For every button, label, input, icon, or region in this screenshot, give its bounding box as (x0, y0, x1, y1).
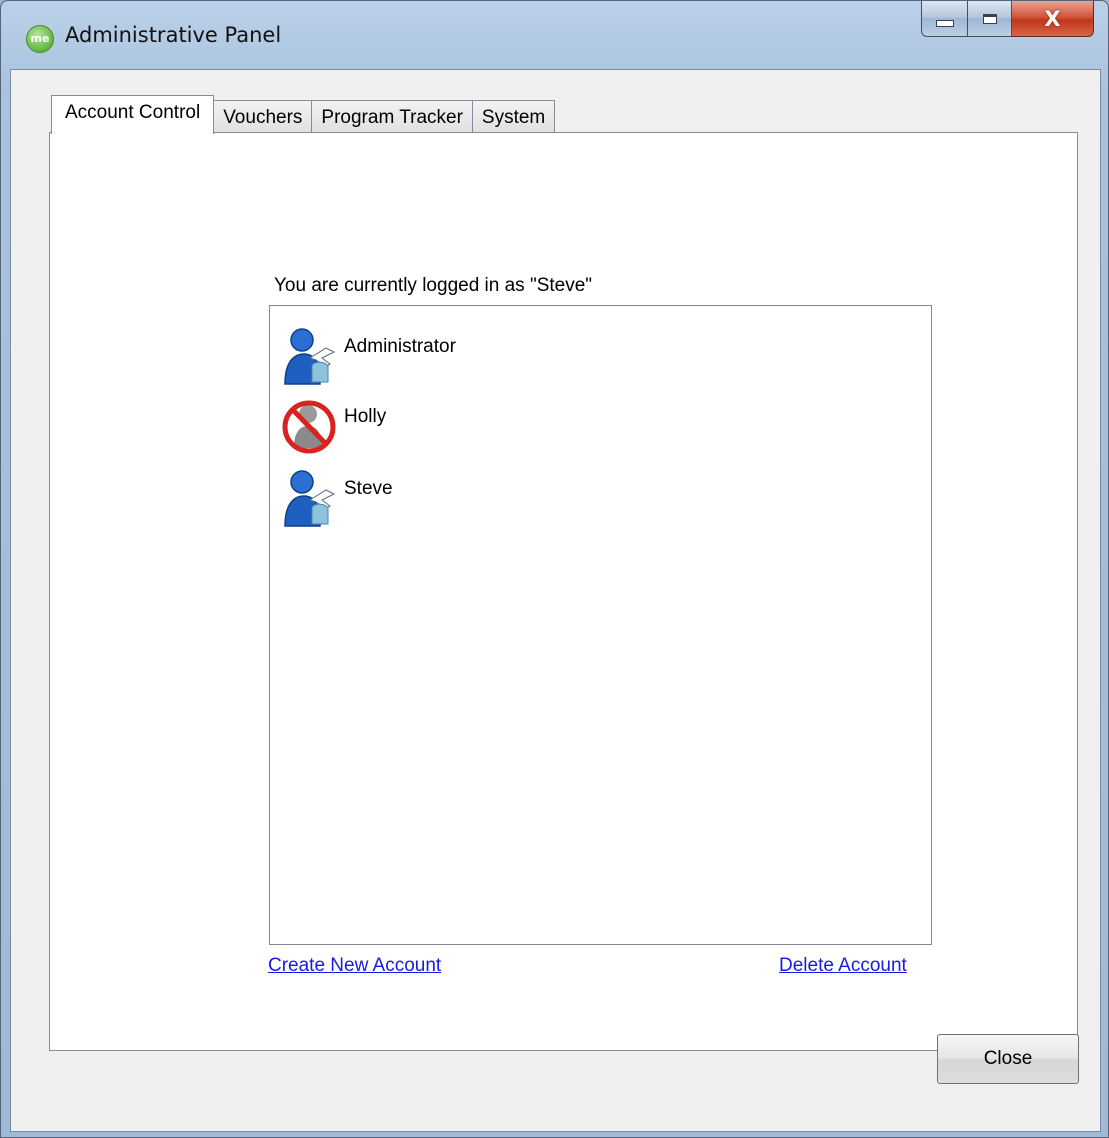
account-list[interactable]: Administrator Holly Steve (269, 305, 932, 945)
tab-vouchers[interactable]: Vouchers (213, 100, 313, 133)
maximize-button[interactable] (968, 1, 1012, 37)
list-item[interactable]: Holly (282, 394, 386, 458)
close-window-button[interactable]: X (1012, 1, 1094, 37)
account-control-panel: You are currently logged in as "Steve" A… (49, 132, 1078, 1051)
admin-panel-window: me Administrative Panel X Account Contro… (0, 0, 1109, 1138)
account-name: Holly (344, 406, 387, 427)
admin-user-icon (282, 468, 338, 528)
minimize-icon (935, 20, 954, 27)
minimize-button[interactable] (921, 1, 968, 37)
tab-system[interactable]: System (471, 100, 556, 133)
caption-buttons: X (921, 1, 1094, 39)
disabled-user-icon (282, 396, 338, 456)
client-area: Account Control Vouchers Program Tracker… (10, 69, 1101, 1132)
tab-account-control[interactable]: Account Control (51, 95, 215, 134)
account-name: Steve (344, 478, 393, 499)
create-account-link[interactable]: Create New Account (268, 955, 441, 977)
close-icon: X (1044, 6, 1061, 31)
list-item[interactable]: Steve (282, 466, 393, 530)
list-item[interactable]: Administrator (282, 324, 456, 388)
close-button[interactable]: Close (937, 1034, 1079, 1084)
tab-program-tracker[interactable]: Program Tracker (311, 100, 473, 133)
app-icon: me (26, 25, 54, 53)
title-bar[interactable]: me Administrative Panel X (1, 1, 1108, 69)
account-name: Administrator (344, 336, 456, 357)
admin-user-icon (282, 326, 338, 386)
tab-strip: Account Control Vouchers Program Tracker… (51, 95, 556, 134)
maximize-icon (982, 13, 997, 24)
logged-in-label: You are currently logged in as "Steve" (274, 275, 593, 296)
delete-account-link[interactable]: Delete Account (779, 955, 907, 977)
window-title: Administrative Panel (65, 23, 282, 47)
